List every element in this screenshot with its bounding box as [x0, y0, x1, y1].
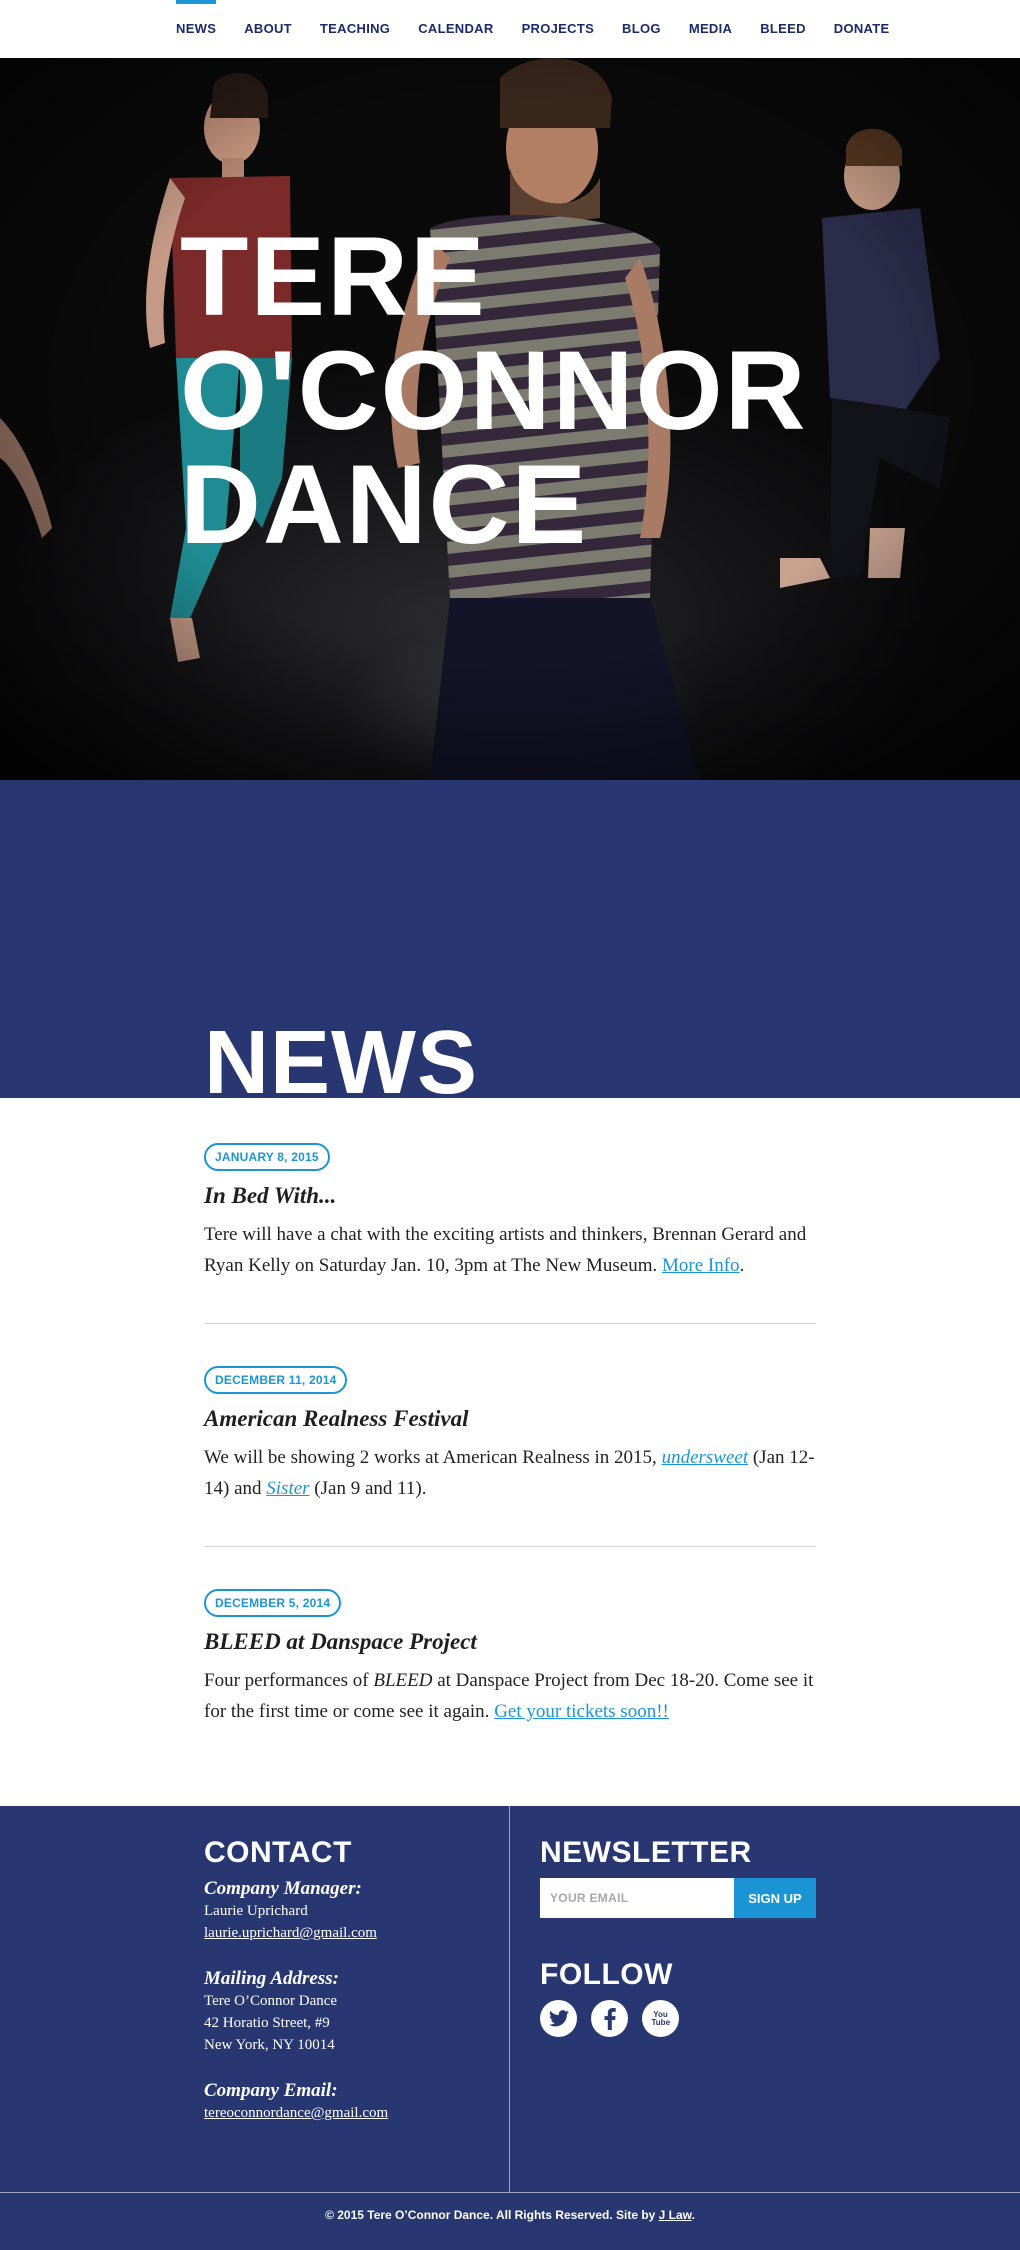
post-body: We will be showing 2 works at American R… [204, 1442, 816, 1504]
company-manager-email-link[interactable]: laurie.uprichard@gmail.com [204, 1925, 377, 1941]
post-text: . [739, 1255, 745, 1276]
date-badge: DECEMBER 5, 2014 [204, 1589, 342, 1617]
address-line: New York, NY 10014 [204, 2037, 335, 2053]
company-manager-label: Company Manager: [204, 1878, 362, 1899]
footer-column-divider [509, 1806, 510, 2192]
company-manager-email-line: laurie.uprichard@gmail.com [204, 1922, 494, 1944]
copyright-end: . [691, 2208, 695, 2222]
post-text: Four performances of [204, 1670, 374, 1691]
facebook-icon[interactable] [591, 2000, 628, 2037]
news-post: DECEMBER 11, 2014 American Realness Fest… [204, 1366, 816, 1547]
nav-item-projects[interactable]: PROJECTS [522, 0, 594, 58]
hero-title-line: TERE [180, 214, 487, 339]
mailing-address-label: Mailing Address: [204, 1968, 339, 1989]
company-email-line: tereoconnordance@gmail.com [204, 2102, 494, 2124]
nav-item-teaching[interactable]: TEACHING [320, 0, 390, 58]
date-badge: DECEMBER 11, 2014 [204, 1366, 348, 1394]
nav-item-about[interactable]: ABOUT [244, 0, 292, 58]
top-navigation: NEWS ABOUT TEACHING CALENDAR PROJECTS BL… [0, 0, 1020, 58]
site-footer: CONTACT Company Manager: Laurie Uprichar… [0, 1806, 1020, 2250]
news-post: JANUARY 8, 2015 In Bed With... Tere will… [204, 1143, 816, 1324]
hero-title-line: O'CONNOR [180, 328, 808, 453]
youtube-icon-text: You Tube [651, 2009, 671, 2027]
undersweet-link[interactable]: undersweet [662, 1447, 749, 1468]
news-list: JANUARY 8, 2015 In Bed With... Tere will… [204, 1143, 816, 1811]
hero-title: TERE O'CONNOR DANCE [180, 220, 808, 562]
address-line: 42 Horatio Street, #9 [204, 2015, 330, 2031]
post-body: Four performances of BLEED at Danspace P… [204, 1665, 816, 1727]
post-emphasis: BLEED [373, 1670, 433, 1691]
sister-link[interactable]: Sister [266, 1478, 309, 1499]
nav-item-blog[interactable]: BLOG [622, 0, 661, 58]
nav-item-media[interactable]: MEDIA [689, 0, 732, 58]
footer-bottom-divider [0, 2192, 1020, 2193]
company-email-link[interactable]: tereoconnordance@gmail.com [204, 2105, 388, 2121]
address-line: Tere O’Connor Dance [204, 1993, 338, 2009]
sign-up-button[interactable]: SIGN UP [734, 1878, 816, 1918]
twitter-icon[interactable] [540, 2000, 577, 2037]
follow-heading: FOLLOW [540, 1958, 673, 1991]
post-body: Tere will have a chat with the exciting … [204, 1219, 816, 1281]
company-manager-block: Company Manager: Laurie Uprichard laurie… [204, 1878, 494, 1944]
company-email-block: Company Email: tereoconnordance@gmail.co… [204, 2080, 494, 2124]
news-post: DECEMBER 5, 2014 BLEED at Danspace Proje… [204, 1589, 816, 1769]
date-badge: JANUARY 8, 2015 [204, 1143, 330, 1171]
newsletter-heading: NEWSLETTER [540, 1836, 752, 1869]
nav-item-bleed[interactable]: BLEED [760, 0, 806, 58]
newsletter-follow-section: NEWSLETTER SIGN UP FOLLOW You Tube [540, 1836, 840, 2037]
contact-heading: CONTACT [204, 1836, 352, 1869]
post-text: We will be showing 2 works at American R… [204, 1447, 662, 1468]
site-credit-link[interactable]: J Law [659, 2208, 692, 2222]
post-title: American Realness Festival [204, 1406, 469, 1431]
news-header-band: NEWS [0, 780, 1020, 1098]
nav-item-donate[interactable]: DONATE [834, 0, 890, 58]
tickets-link[interactable]: Get your tickets soon!! [494, 1701, 669, 1722]
nav-item-news[interactable]: NEWS [176, 0, 217, 58]
hero-banner: TERE O'CONNOR DANCE [0, 58, 1020, 780]
contact-section: CONTACT Company Manager: Laurie Uprichar… [204, 1836, 494, 2148]
post-text: (Jan 9 and 11). [309, 1478, 427, 1499]
more-info-link[interactable]: More Info [662, 1255, 740, 1276]
copyright-text: © 2015 Tere O’Connor Dance. All Rights R… [0, 2208, 1020, 2222]
hero-title-line: DANCE [180, 442, 589, 567]
company-manager-name: Laurie Uprichard [204, 1903, 308, 1919]
mailing-address-block: Mailing Address: Tere O’Connor Dance 42 … [204, 1968, 494, 2056]
news-heading: NEWS [204, 1013, 478, 1098]
company-email-label: Company Email: [204, 2080, 338, 2101]
youtube-icon[interactable]: You Tube [642, 2000, 679, 2037]
newsletter-email-input[interactable] [540, 1878, 734, 1918]
post-title: BLEED at Danspace Project [204, 1629, 477, 1654]
nav-item-calendar[interactable]: CALENDAR [418, 0, 493, 58]
social-links: You Tube [540, 2000, 840, 2037]
nav-menu: NEWS ABOUT TEACHING CALENDAR PROJECTS BL… [176, 0, 918, 58]
newsletter-form: SIGN UP [540, 1878, 840, 1918]
post-title: In Bed With... [204, 1183, 337, 1208]
copyright-line: © 2015 Tere O’Connor Dance. All Rights R… [325, 2208, 659, 2222]
